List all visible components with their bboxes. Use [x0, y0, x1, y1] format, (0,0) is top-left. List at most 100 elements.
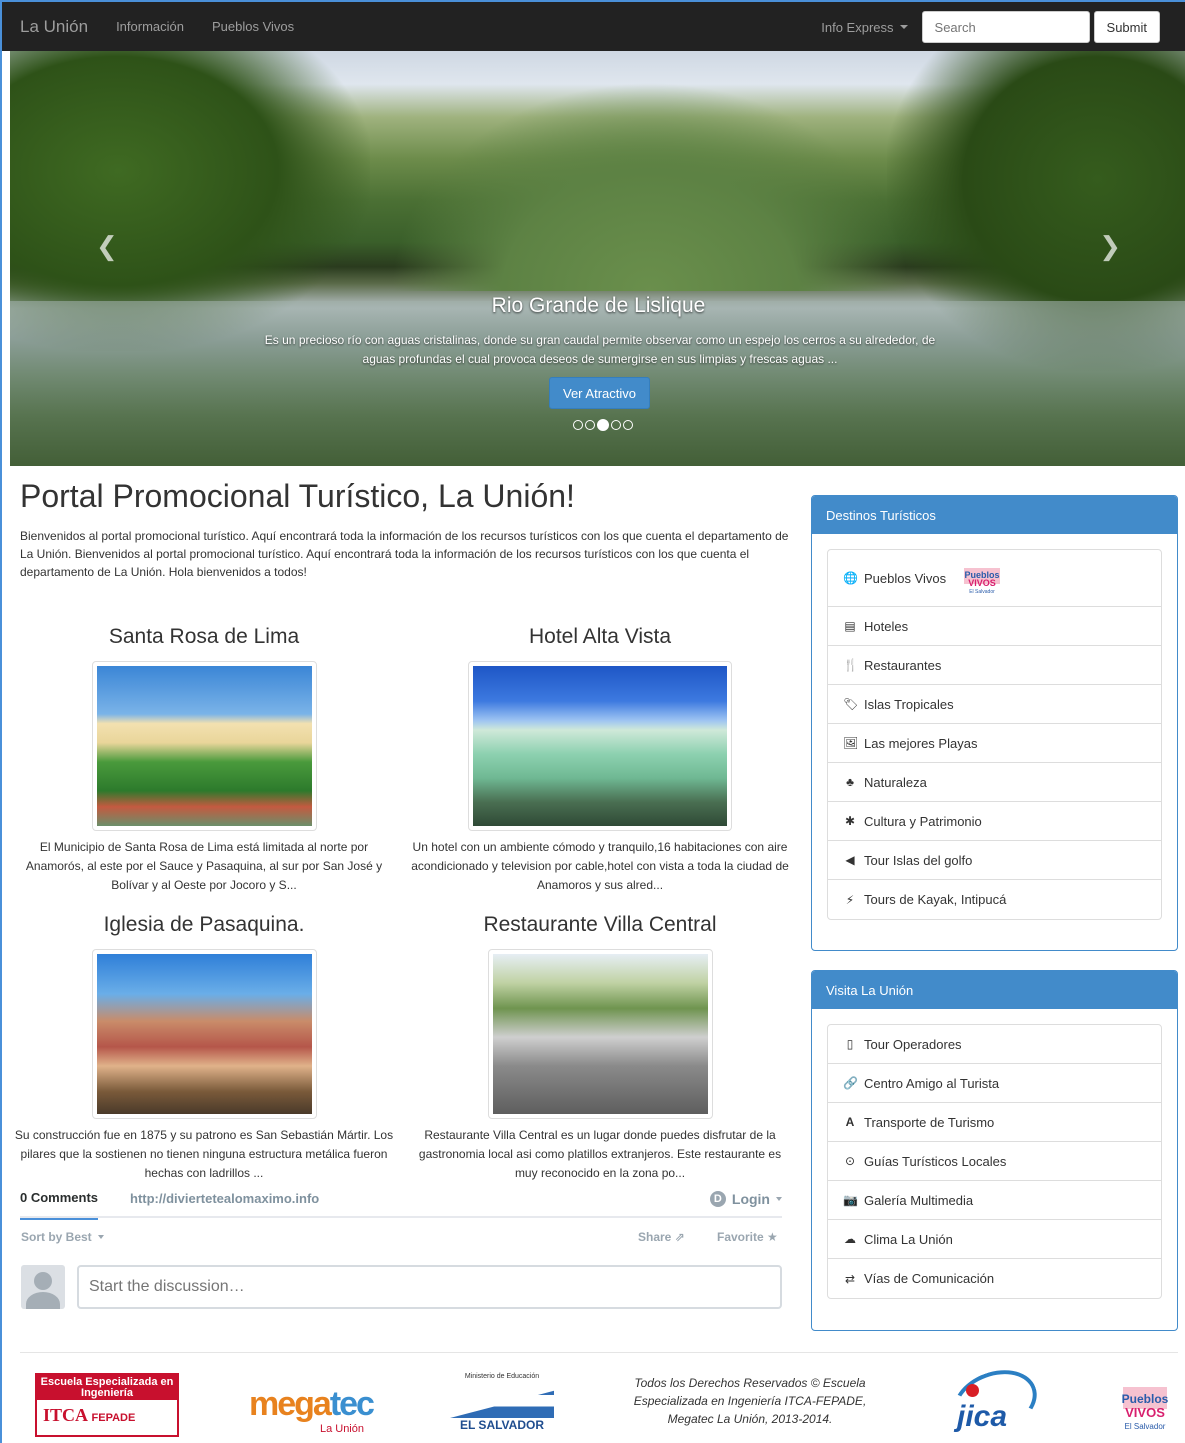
- sidebar-item-label: Vías de Comunicación: [864, 1271, 995, 1286]
- sort-label: Sort by Best: [21, 1230, 92, 1244]
- megatec-wordmark: megatec: [249, 1387, 375, 1421]
- flash-icon: ⚡: [845, 892, 855, 907]
- feature-photo: [96, 666, 312, 826]
- chevron-left-icon[interactable]: ❮: [96, 231, 118, 262]
- feature-thumbnail[interactable]: [487, 949, 713, 1119]
- carousel-indicator[interactable]: [597, 419, 609, 431]
- sidebar-item-clima[interactable]: ☁ Clima La Unión: [828, 1220, 1161, 1259]
- phone-icon: ▯: [846, 1037, 854, 1051]
- share-icon: ⇗: [674, 1230, 685, 1244]
- feature-title[interactable]: Santa Rosa de Lima: [14, 625, 394, 649]
- intro-text: Bienvenidos al portal promocional turíst…: [20, 529, 789, 579]
- sidebar-item-guias-turisticos[interactable]: ⊙ Guías Turísticos Locales: [828, 1142, 1161, 1181]
- brand-link[interactable]: La Unión: [20, 17, 88, 37]
- footer-divider: [20, 1352, 1178, 1353]
- sidebar-item-galeria-multimedia[interactable]: 📷 Galería Multimedia: [828, 1181, 1161, 1220]
- sidebar-item-label: Hoteles: [864, 618, 909, 634]
- cloud-icon: ☁: [844, 1232, 856, 1246]
- sidebar-item-naturaleza[interactable]: ♣ Naturaleza: [828, 763, 1161, 802]
- feature-iglesia-pasaquina: Iglesia de Pasaquina. Su construcción fu…: [14, 913, 394, 1183]
- info-express-dropdown[interactable]: Info Express: [821, 19, 908, 35]
- sidebar-item-label: Restaurantes: [864, 657, 942, 673]
- mined-el-salvador-logo: Ministerio de Educación EL SALVADOR: [448, 1373, 556, 1437]
- sidebar-item-centro-amigo[interactable]: 🔗 Centro Amigo al Turista: [828, 1064, 1161, 1103]
- nav-link-informacion[interactable]: Información: [116, 19, 184, 34]
- submit-button[interactable]: Submit: [1093, 11, 1160, 43]
- sidebar-item-label: Las mejores Playas: [864, 735, 978, 751]
- feature-title[interactable]: Iglesia de Pasaquina.: [14, 913, 394, 937]
- sidebar-item-islas-tropicales[interactable]: 🏷 Islas Tropicales: [828, 685, 1161, 724]
- road-icon: A: [845, 1115, 855, 1129]
- favorite-button[interactable]: Favorite ★: [717, 1230, 778, 1244]
- sidebar-item-tours-kayak[interactable]: ⚡ Tours de Kayak, Intipucá: [828, 880, 1161, 919]
- sort-dropdown[interactable]: Sort by Best: [21, 1230, 104, 1244]
- sidebar-item-label: Centro Amigo al Turista: [864, 1075, 1000, 1091]
- sidebar-item-cultura-patrimonio[interactable]: ✱ Cultura y Patrimonio: [828, 802, 1161, 841]
- share-button[interactable]: Share ⇗: [638, 1230, 685, 1244]
- feature-thumbnail[interactable]: [468, 661, 732, 831]
- feature-photo: [492, 954, 708, 1114]
- sidebar-item-pueblos-vivos[interactable]: 🌐 Pueblos Vivos Pueblos VIVOS El Salvado…: [828, 550, 1161, 607]
- cutlery-icon: 🍴: [843, 658, 858, 672]
- itca-logo-header: Escuela Especializada en Ingeniería: [37, 1375, 177, 1400]
- tags-icon: 🏷: [843, 697, 859, 711]
- feature-photo: [96, 954, 312, 1114]
- svg-text:VIVOS: VIVOS: [968, 578, 996, 588]
- panel-visita-la-union: Visita La Unión ▯ Tour Operadores 🔗 Cent…: [811, 970, 1178, 1331]
- sidebar-item-label: Guías Turísticos Locales: [864, 1153, 1007, 1169]
- search-input[interactable]: [921, 11, 1090, 43]
- feature-text: El Municipio de Santa Rosa de Lima está …: [25, 840, 383, 892]
- sidebar-item-tour-islas-golfo[interactable]: ◀ Tour Islas del golfo: [828, 841, 1161, 880]
- comments-count-tab[interactable]: 0 Comments: [20, 1190, 99, 1220]
- mined-logo-name: EL SALVADOR: [459, 1418, 544, 1432]
- sidebar-item-label: Tours de Kayak, Intipucá: [864, 892, 1007, 907]
- carousel-indicator[interactable]: [573, 420, 583, 430]
- carousel-image-mountain: [390, 81, 910, 291]
- info-express-label: Info Express: [821, 19, 894, 35]
- visita-list: ▯ Tour Operadores 🔗 Centro Amigo al Turi…: [827, 1024, 1162, 1299]
- ver-atractivo-button[interactable]: Ver Atractivo: [549, 377, 650, 409]
- login-dropdown[interactable]: D Login: [709, 1191, 782, 1207]
- sidebar-item-label: Tour Islas del golfo: [864, 852, 973, 868]
- sidebar-item-label: Cultura y Patrimonio: [864, 813, 982, 829]
- sidebar-item-tour-operadores[interactable]: ▯ Tour Operadores: [828, 1025, 1161, 1064]
- sidebar-item-label: Transporte de Turismo: [864, 1114, 995, 1130]
- carousel-indicator[interactable]: [611, 420, 621, 430]
- feature-thumbnail[interactable]: [91, 661, 317, 831]
- avatar: [21, 1265, 65, 1309]
- favorite-label: Favorite: [717, 1230, 764, 1244]
- pueblos-vivos-logo: Pueblos VIVOS El Salvador: [964, 568, 1001, 594]
- sidebar-item-transporte-turismo[interactable]: A Transporte de Turismo: [828, 1103, 1161, 1142]
- feature-thumbnail[interactable]: [91, 949, 317, 1119]
- feature-title[interactable]: Hotel Alta Vista: [410, 625, 790, 649]
- sidebar-item-label: Islas Tropicales: [864, 696, 954, 712]
- megatec-part-b: tec: [329, 1385, 375, 1423]
- sidebar-item-label: Galería Multimedia: [864, 1192, 974, 1208]
- sidebar-item-mejores-playas[interactable]: 🖼 Las mejores Playas: [828, 724, 1161, 763]
- itca-fepade-logo: Escuela Especializada en Ingeniería ITCA…: [35, 1373, 179, 1437]
- sidebar-item-hoteles[interactable]: ▤ Hoteles: [828, 607, 1161, 646]
- panel-title: Visita La Unión: [812, 971, 1177, 1009]
- sidebar-item-vias-comunicacion[interactable]: ⇄ Vías de Comunicación: [828, 1259, 1161, 1298]
- chevron-right-icon[interactable]: ❯: [1099, 231, 1121, 262]
- feature-text: Su construcción fue en 1875 y su patrono…: [14, 1128, 394, 1180]
- jica-dot: [966, 1384, 979, 1397]
- sidebar-item-label: Tour Operadores: [864, 1036, 962, 1052]
- camera-icon: 📷: [843, 1193, 858, 1207]
- feature-title[interactable]: Restaurante Villa Central: [410, 913, 790, 937]
- feature-text: Un hotel con un ambiente cómodo y tranqu…: [411, 840, 789, 892]
- comment-input[interactable]: [77, 1265, 782, 1309]
- site-link[interactable]: http://diviertetealomaximo.info: [130, 1191, 319, 1206]
- itca-logo-main: ITCA: [43, 1405, 88, 1425]
- panel-title: Destinos Turísticos: [812, 496, 1177, 534]
- nav-link-pueblos-vivos[interactable]: Pueblos Vivos: [212, 19, 294, 34]
- record-icon: ⊙: [844, 1154, 856, 1168]
- carousel-indicator[interactable]: [585, 420, 595, 430]
- jica-wordmark: jica: [957, 1400, 1008, 1433]
- carousel-indicators: [573, 419, 633, 431]
- svg-text:El Salvador: El Salvador: [1125, 1422, 1166, 1431]
- panel-destinos-turisticos: Destinos Turísticos 🌐 Pueblos Vivos Pueb…: [811, 495, 1178, 951]
- feature-text: Restaurante Villa Central es un lugar do…: [418, 1128, 782, 1180]
- sidebar-item-restaurantes[interactable]: 🍴 Restaurantes: [828, 646, 1161, 685]
- carousel-indicator[interactable]: [623, 420, 633, 430]
